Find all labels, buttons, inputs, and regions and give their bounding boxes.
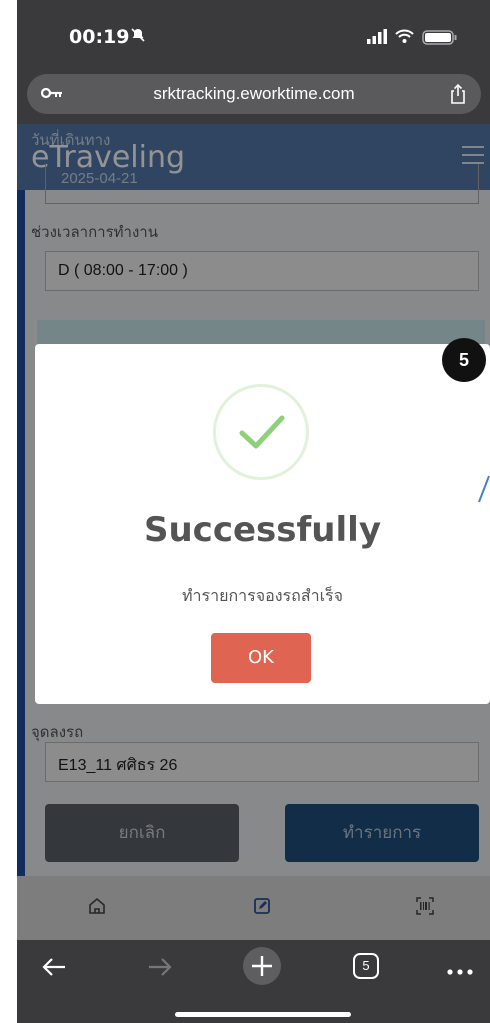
ok-button[interactable]: OK (211, 633, 311, 683)
new-tab-plus-icon[interactable] (242, 946, 282, 991)
address-bar[interactable]: srktracking.eworktime.com (27, 74, 481, 114)
step-badge: 5 (442, 338, 486, 382)
browser-toolbar: 5 (17, 940, 490, 1023)
phone-screen: 00:19 srktracking.eworktime.com eTraveli… (17, 0, 490, 1023)
forward-arrow-icon[interactable] (147, 956, 173, 983)
bell-muted-icon (130, 27, 146, 47)
success-dialog: Successfully ทำรายการจองรถสำเร็จ OK (35, 344, 490, 704)
more-icon[interactable] (447, 962, 473, 980)
home-indicator (175, 1012, 351, 1017)
check-icon (213, 384, 309, 480)
status-bar: 00:19 (17, 0, 490, 70)
tab-count-icon[interactable]: 5 (353, 953, 379, 979)
signal-wifi-battery-icons (367, 28, 467, 51)
web-content: eTraveling วันที่เดินทาง 2025-04-21 ช่วง… (17, 124, 490, 940)
back-arrow-icon[interactable] (41, 956, 67, 983)
url-text[interactable]: srktracking.eworktime.com (27, 84, 481, 104)
status-time: 00:19 (69, 26, 130, 48)
dialog-title: Successfully (143, 510, 381, 550)
arrow-annotation-icon (478, 475, 490, 503)
dialog-message: ทำรายการจองรถสำเร็จ (181, 588, 343, 605)
share-icon[interactable] (449, 83, 467, 109)
